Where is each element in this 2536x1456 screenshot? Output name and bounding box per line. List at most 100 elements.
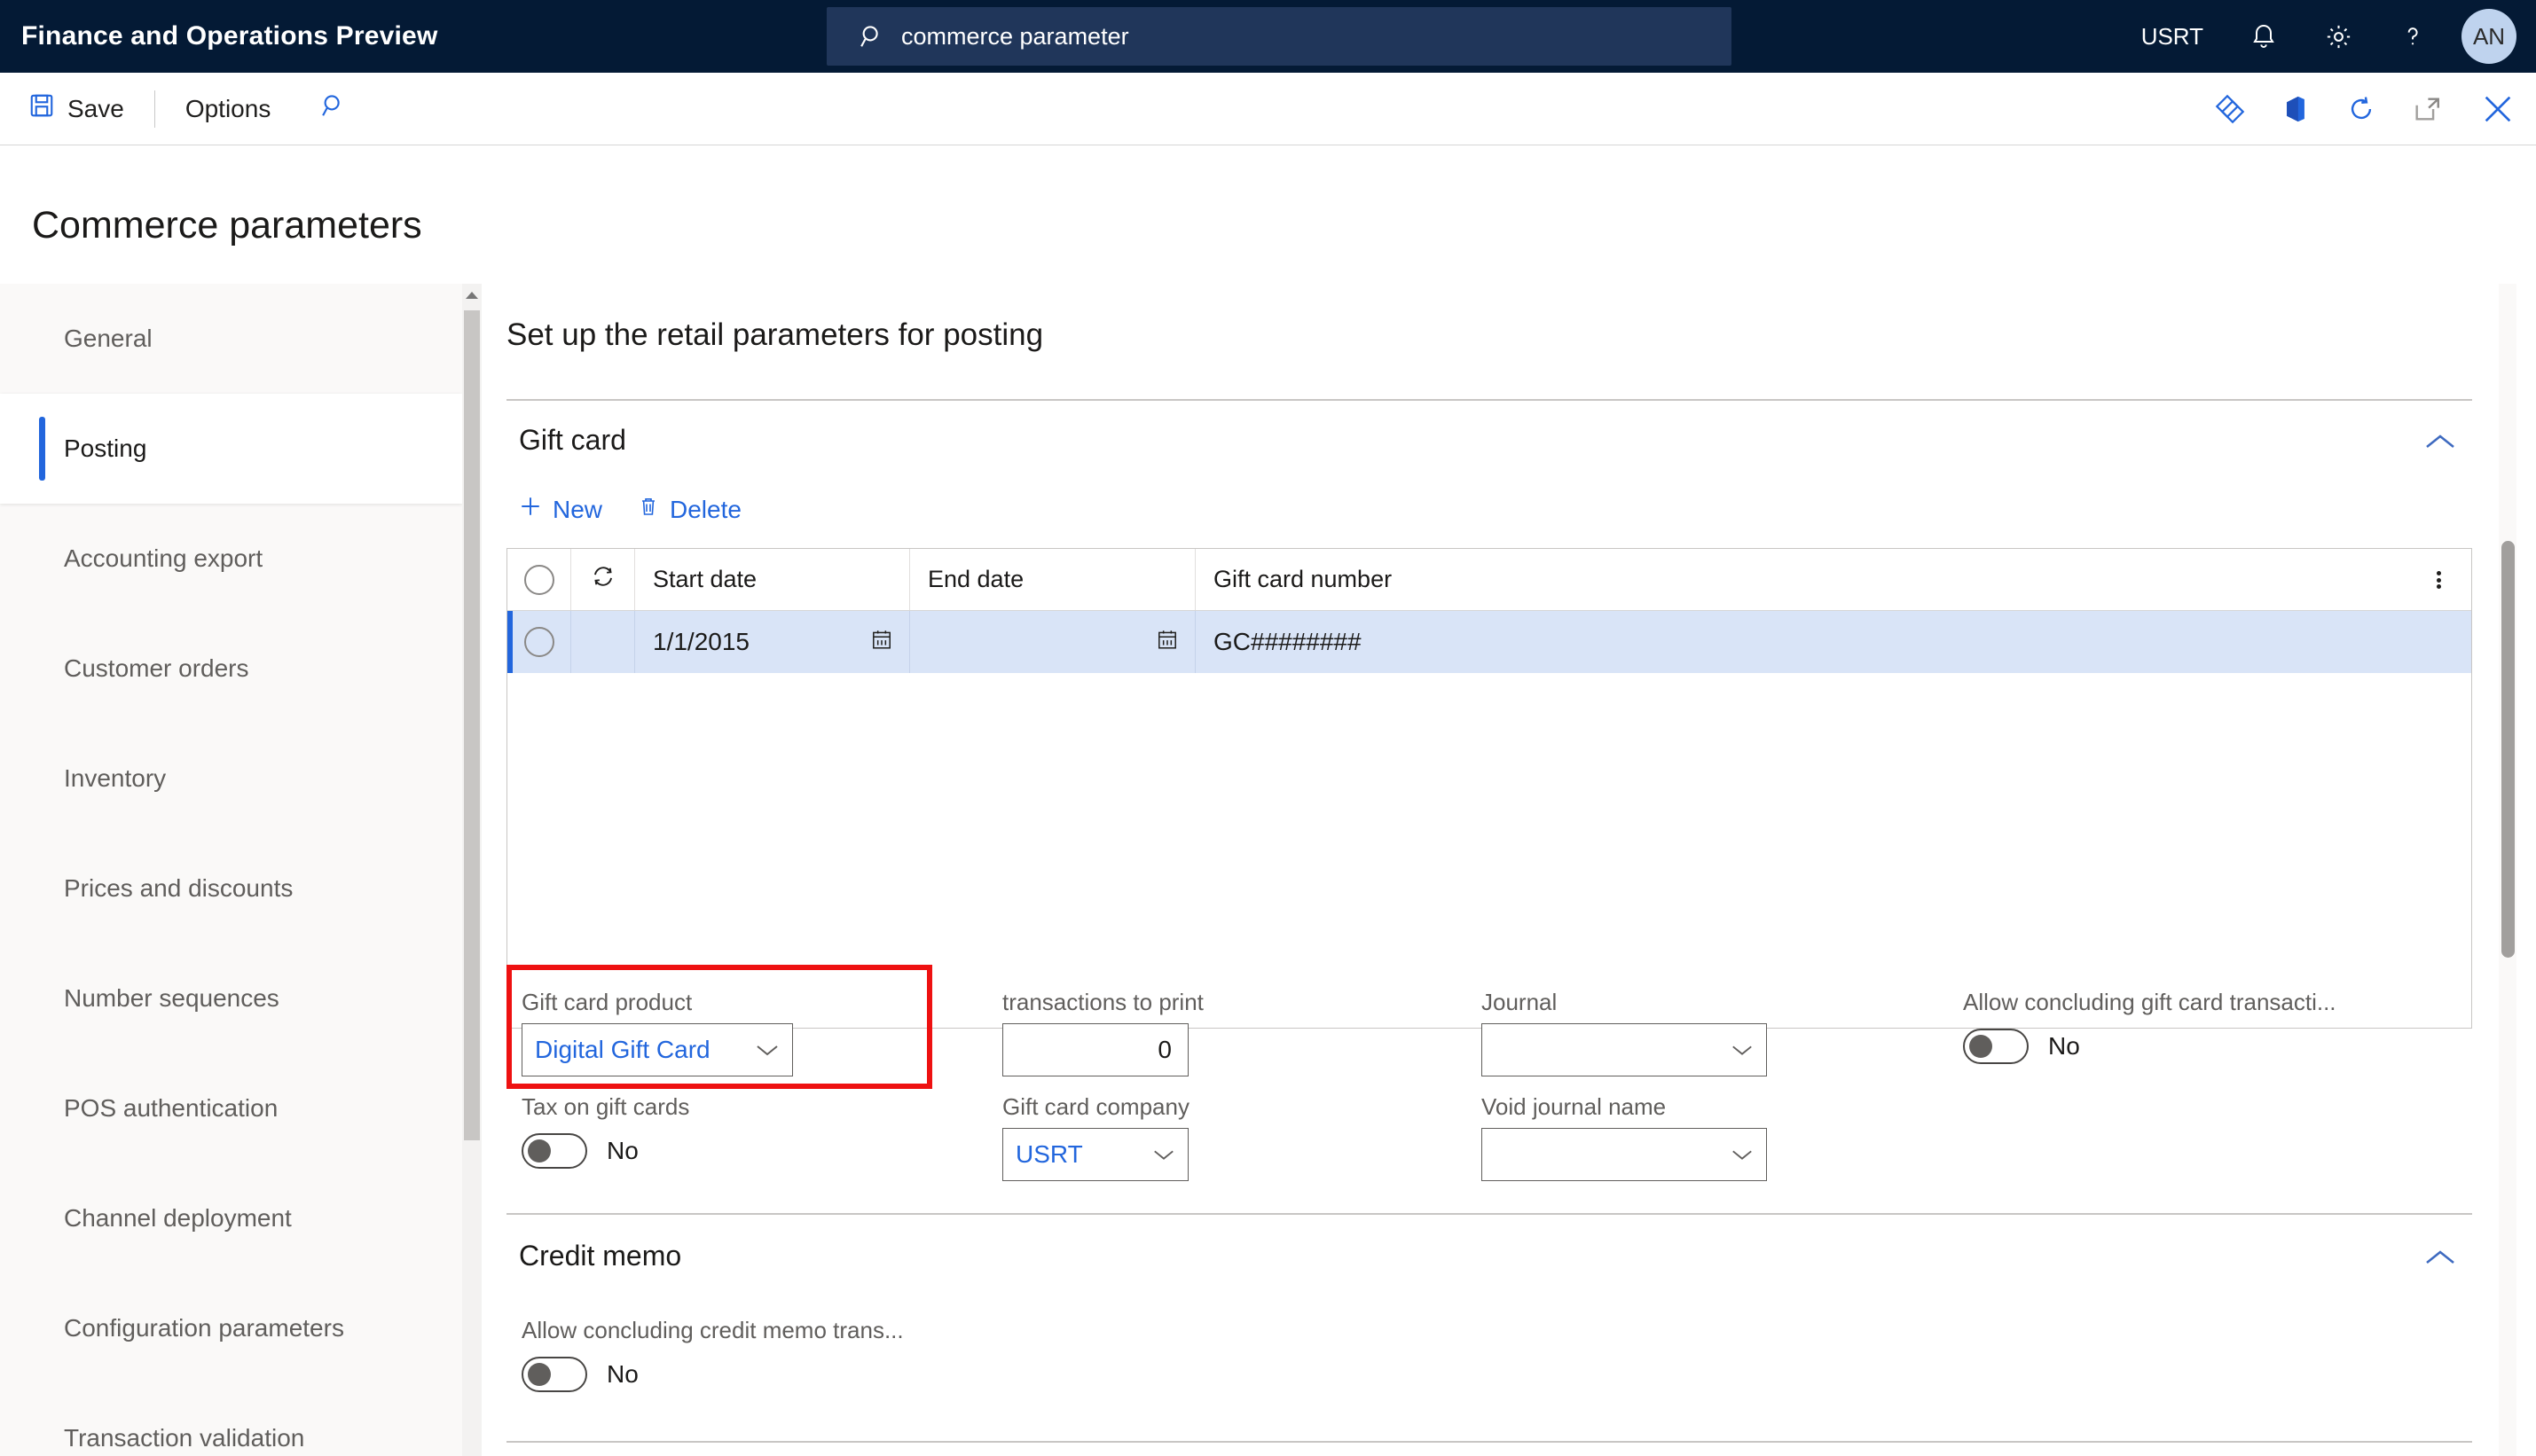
sidebar-item-label: Prices and discounts: [64, 874, 294, 902]
credit-memo-collapse-chevron-up-icon[interactable]: [2424, 1249, 2456, 1271]
gift-card-product-dropdown[interactable]: Digital Gift Card: [522, 1023, 793, 1076]
delete-button[interactable]: Delete: [638, 495, 742, 524]
open-in-new-window-icon[interactable]: [2394, 73, 2460, 145]
refresh-column-header[interactable]: [571, 549, 635, 610]
radio-circle-icon[interactable]: [523, 627, 554, 657]
cell-start-date[interactable]: 1/1/2015: [635, 611, 910, 673]
field-label-journal: Journal: [1481, 989, 1558, 1015]
gear-icon[interactable]: [2301, 0, 2376, 73]
sidebar-item-accounting-export[interactable]: Accounting export: [0, 504, 462, 614]
gift-card-section-title: Gift card: [519, 424, 626, 456]
allow-concluding-gift-card-value: No: [2048, 1032, 2080, 1060]
field-label-tax-on-gift-cards: Tax on gift cards: [522, 1093, 690, 1120]
sidebar-item-customer-orders[interactable]: Customer orders: [0, 614, 462, 724]
command-bar-divider: [153, 90, 155, 128]
bell-icon[interactable]: [2226, 0, 2301, 73]
global-search-box[interactable]: commerce parameter: [827, 7, 1731, 66]
sidebar-item-label: Number sequences: [64, 984, 279, 1012]
close-icon[interactable]: [2460, 73, 2536, 145]
scroll-up-arrow-icon[interactable]: [462, 284, 482, 307]
company-indicator[interactable]: USRT: [2118, 0, 2226, 73]
radio-circle-icon[interactable]: [523, 564, 554, 595]
options-label: Options: [185, 94, 271, 122]
heading-divider: [506, 399, 2472, 401]
field-label-gift-card-company: Gift card company: [1002, 1093, 1189, 1120]
sidebar-item-number-sequences[interactable]: Number sequences: [0, 943, 462, 1053]
gift-card-collapse-chevron-up-icon[interactable]: [2424, 433, 2456, 455]
attachments-icon[interactable]: [2197, 73, 2263, 145]
avatar[interactable]: AN: [2461, 9, 2516, 64]
field-label-transactions-to-print: transactions to print: [1002, 989, 1204, 1015]
grid-toolbar: New Delete: [519, 495, 742, 524]
sidebar-item-label: Inventory: [64, 764, 167, 792]
question-mark-icon[interactable]: [2376, 0, 2449, 73]
void-journal-name-dropdown[interactable]: [1481, 1128, 1767, 1181]
office-icon[interactable]: [2263, 73, 2328, 145]
top-navigation-actions: USRT AN: [2118, 0, 2536, 73]
field-label-void-journal-name: Void journal name: [1481, 1093, 1667, 1120]
content-scrollbar-thumb[interactable]: [2501, 541, 2515, 958]
select-all-column-header[interactable]: [507, 549, 571, 610]
grid-empty-area: [507, 673, 2471, 1028]
chevron-down-icon: [1731, 1043, 1754, 1057]
save-button[interactable]: Save: [9, 73, 144, 145]
save-floppy-icon: [28, 92, 55, 125]
sidebar: General Posting Accounting export Custom…: [0, 284, 462, 1456]
refresh-circle-icon: [590, 563, 616, 596]
allow-concluding-credit-memo-toggle[interactable]: [522, 1357, 587, 1392]
field-journal: Journal: [1481, 989, 1767, 1076]
trash-icon: [638, 495, 659, 524]
calendar-icon[interactable]: [1156, 628, 1179, 657]
sidebar-item-label: Configuration parameters: [64, 1314, 344, 1342]
chevron-down-icon: [755, 1043, 780, 1057]
sidebar-item-channel-deployment[interactable]: Channel deployment: [0, 1163, 462, 1273]
global-search-input[interactable]: commerce parameter: [901, 23, 1129, 51]
sidebar-item-label: Transaction validation: [64, 1424, 305, 1452]
sidebar-item-general[interactable]: General: [0, 284, 462, 394]
save-label: Save: [67, 94, 124, 122]
cell-gift-card-number[interactable]: GC########: [1196, 611, 2471, 673]
filter-search-button[interactable]: [290, 73, 366, 145]
cell-end-date[interactable]: [910, 611, 1196, 673]
transactions-to-print-input[interactable]: 0: [1002, 1023, 1189, 1076]
transactions-to-print-value: 0: [1158, 1036, 1172, 1063]
new-button[interactable]: New: [519, 495, 602, 524]
content-heading: Set up the retail parameters for posting: [506, 317, 1044, 352]
field-transactions-to-print: transactions to print 0: [1002, 989, 1204, 1076]
refresh-icon[interactable]: [2328, 73, 2394, 145]
sidebar-item-pos-authentication[interactable]: POS authentication: [0, 1053, 462, 1163]
tax-on-gift-cards-toggle[interactable]: [522, 1133, 587, 1169]
tax-on-gift-cards-value: No: [607, 1137, 639, 1164]
allow-concluding-gift-card-toggle[interactable]: [1963, 1029, 2029, 1064]
page-title: Commerce parameters: [32, 204, 422, 247]
sidebar-item-prices-and-discounts[interactable]: Prices and discounts: [0, 834, 462, 943]
sidebar-item-configuration-parameters[interactable]: Configuration parameters: [0, 1273, 462, 1383]
allow-concluding-credit-memo-value: No: [607, 1360, 639, 1388]
row-select-radio[interactable]: [507, 611, 571, 673]
sidebar-item-transaction-validation[interactable]: Transaction validation: [0, 1383, 462, 1456]
chevron-down-icon: [1152, 1147, 1175, 1162]
table-row[interactable]: 1/1/2015 GC########: [507, 611, 2471, 673]
content-scrollbar[interactable]: [2499, 284, 2516, 1456]
gift-card-company-dropdown[interactable]: USRT: [1002, 1128, 1189, 1181]
sidebar-item-label: General: [64, 325, 153, 352]
options-button[interactable]: Options: [166, 73, 291, 145]
command-bar-right-actions: [2197, 73, 2536, 145]
gift-card-product-value: Digital Gift Card: [535, 1036, 711, 1063]
sidebar-scrollbar-thumb[interactable]: [464, 310, 480, 1140]
more-vertical-icon[interactable]: [2425, 549, 2452, 611]
field-label-allow-concluding-gift-card: Allow concluding gift card transacti...: [1963, 989, 2336, 1015]
sidebar-item-inventory[interactable]: Inventory: [0, 724, 462, 834]
sidebar-scrollbar[interactable]: [462, 284, 482, 1456]
grid-header-row: Start date End date Gift card number: [507, 549, 2471, 611]
delete-label: Delete: [670, 495, 742, 523]
column-header-end-date[interactable]: End date: [910, 549, 1196, 610]
column-header-start-date[interactable]: Start date: [635, 549, 910, 610]
column-header-gift-card-number[interactable]: Gift card number: [1196, 549, 2471, 610]
gift-card-grid: Start date End date Gift card number 1/1…: [506, 548, 2472, 1029]
journal-dropdown[interactable]: [1481, 1023, 1767, 1076]
field-label-gift-card-product: Gift card product: [522, 989, 693, 1015]
sidebar-item-posting[interactable]: Posting: [0, 394, 462, 504]
calendar-icon[interactable]: [870, 628, 893, 657]
credit-memo-section-title: Credit memo: [519, 1240, 682, 1272]
